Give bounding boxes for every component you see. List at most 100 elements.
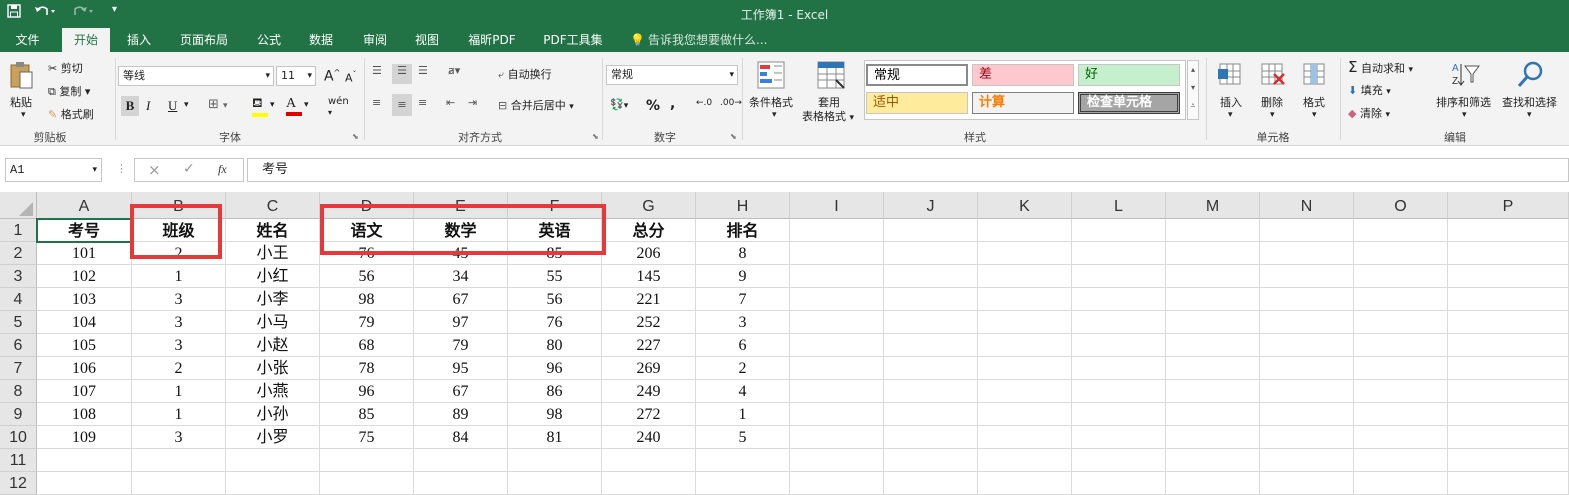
cell-c8[interactable]: 小燕	[226, 380, 320, 403]
cell-d5[interactable]: 79	[320, 311, 414, 334]
cell-p12[interactable]	[1448, 472, 1569, 495]
copy-button[interactable]: ⧉ 复制 ▾	[48, 83, 90, 99]
cell-p7[interactable]	[1448, 357, 1569, 380]
cell-j1[interactable]	[884, 219, 978, 242]
column-header-o[interactable]: O	[1354, 192, 1448, 219]
cell-g11[interactable]	[602, 449, 696, 472]
column-header-l[interactable]: L	[1072, 192, 1166, 219]
row-header-9[interactable]: 9	[0, 403, 37, 426]
cell-d7[interactable]: 78	[320, 357, 414, 380]
format-as-table-button[interactable]	[816, 60, 846, 93]
chevron-down-icon[interactable]: ▾	[184, 100, 189, 110]
style-calculation[interactable]: 计算	[972, 92, 1074, 114]
tab-pdf-tools[interactable]: PDF工具集	[536, 28, 610, 52]
cell-m3[interactable]	[1166, 265, 1260, 288]
column-header-k[interactable]: K	[978, 192, 1072, 219]
cell-f10[interactable]: 81	[508, 426, 602, 449]
cell-l6[interactable]	[1072, 334, 1166, 357]
cell-n6[interactable]	[1260, 334, 1354, 357]
cell-b7[interactable]: 2	[132, 357, 226, 380]
chevron-down-icon[interactable]: ▾	[1228, 110, 1233, 120]
cell-o11[interactable]	[1354, 449, 1448, 472]
cell-n11[interactable]	[1260, 449, 1354, 472]
cell-n7[interactable]	[1260, 357, 1354, 380]
cell-k12[interactable]	[978, 472, 1072, 495]
insert-function-icon[interactable]: fx	[218, 162, 227, 177]
row-header-4[interactable]: 4	[0, 288, 37, 311]
cell-c5[interactable]: 小马	[226, 311, 320, 334]
row-header-8[interactable]: 8	[0, 380, 37, 403]
cell-j5[interactable]	[884, 311, 978, 334]
chevron-down-icon[interactable]: ▾	[1270, 110, 1275, 120]
tab-view[interactable]: 视图	[404, 28, 450, 52]
cell-g4[interactable]: 221	[602, 288, 696, 311]
cell-m5[interactable]	[1166, 311, 1260, 334]
cell-h6[interactable]: 6	[696, 334, 790, 357]
conditional-formatting-button[interactable]	[756, 60, 786, 93]
cell-c10[interactable]: 小罗	[226, 426, 320, 449]
cell-d8[interactable]: 96	[320, 380, 414, 403]
row-header-2[interactable]: 2	[0, 242, 37, 265]
shrink-font-button[interactable]: Aˇ	[345, 70, 357, 85]
cell-g5[interactable]: 252	[602, 311, 696, 334]
percent-button[interactable]: %	[646, 98, 660, 114]
cell-i10[interactable]	[790, 426, 884, 449]
chevron-down-icon[interactable]: ▾	[1462, 110, 1467, 120]
cell-i4[interactable]	[790, 288, 884, 311]
orientation-icon[interactable]: ⱥ▾	[448, 64, 460, 77]
cell-i8[interactable]	[790, 380, 884, 403]
cell-m6[interactable]	[1166, 334, 1260, 357]
align-top-icon[interactable]: ☰	[372, 64, 382, 77]
chevron-down-icon[interactable]: ▾	[1312, 110, 1317, 120]
cell-f7[interactable]: 96	[508, 357, 602, 380]
cell-k2[interactable]	[978, 242, 1072, 265]
cell-d4[interactable]: 98	[320, 288, 414, 311]
cell-p9[interactable]	[1448, 403, 1569, 426]
cell-a10[interactable]: 109	[37, 426, 132, 449]
cell-d9[interactable]: 85	[320, 403, 414, 426]
cell-c7[interactable]: 小张	[226, 357, 320, 380]
cell-n12[interactable]	[1260, 472, 1354, 495]
cell-c11[interactable]	[226, 449, 320, 472]
border-icon[interactable]: ⊞ ▾	[208, 97, 228, 112]
phonetic-button[interactable]: wén ▾	[328, 96, 349, 118]
cell-m11[interactable]	[1166, 449, 1260, 472]
row-header-6[interactable]: 6	[0, 334, 37, 357]
cell-n4[interactable]	[1260, 288, 1354, 311]
cell-i9[interactable]	[790, 403, 884, 426]
row-header-3[interactable]: 3	[0, 265, 37, 288]
cell-e5[interactable]: 97	[414, 311, 508, 334]
cell-p6[interactable]	[1448, 334, 1569, 357]
cell-j6[interactable]	[884, 334, 978, 357]
style-neutral[interactable]: 适中	[866, 92, 968, 114]
column-header-n[interactable]: N	[1260, 192, 1354, 219]
cell-e8[interactable]: 67	[414, 380, 508, 403]
cell-g7[interactable]: 269	[602, 357, 696, 380]
cell-a2[interactable]: 101	[37, 242, 132, 265]
align-middle-icon[interactable]: ☰	[392, 64, 412, 84]
cell-h3[interactable]: 9	[696, 265, 790, 288]
cell-n8[interactable]	[1260, 380, 1354, 403]
cell-h5[interactable]: 3	[696, 311, 790, 334]
cell-p8[interactable]	[1448, 380, 1569, 403]
cell-g6[interactable]: 227	[602, 334, 696, 357]
column-header-a[interactable]: A	[37, 192, 132, 219]
chevron-down-icon[interactable]: ▾	[1527, 110, 1532, 120]
cell-h8[interactable]: 4	[696, 380, 790, 403]
cell-n9[interactable]	[1260, 403, 1354, 426]
cell-p2[interactable]	[1448, 242, 1569, 265]
font-name-select[interactable]: 等线 ▾	[118, 66, 274, 86]
formula-input[interactable]: 考号	[247, 158, 1569, 182]
cell-c2[interactable]: 小王	[226, 242, 320, 265]
cell-c6[interactable]: 小赵	[226, 334, 320, 357]
cell-l5[interactable]	[1072, 311, 1166, 334]
cell-g12[interactable]	[602, 472, 696, 495]
cell-o6[interactable]	[1354, 334, 1448, 357]
dialog-launcher-icon[interactable]: ⬊	[592, 132, 599, 141]
underline-button[interactable]: U	[168, 98, 177, 114]
cell-b5[interactable]: 3	[132, 311, 226, 334]
cell-h4[interactable]: 7	[696, 288, 790, 311]
column-header-m[interactable]: M	[1166, 192, 1260, 219]
cell-f6[interactable]: 80	[508, 334, 602, 357]
cell-o10[interactable]	[1354, 426, 1448, 449]
